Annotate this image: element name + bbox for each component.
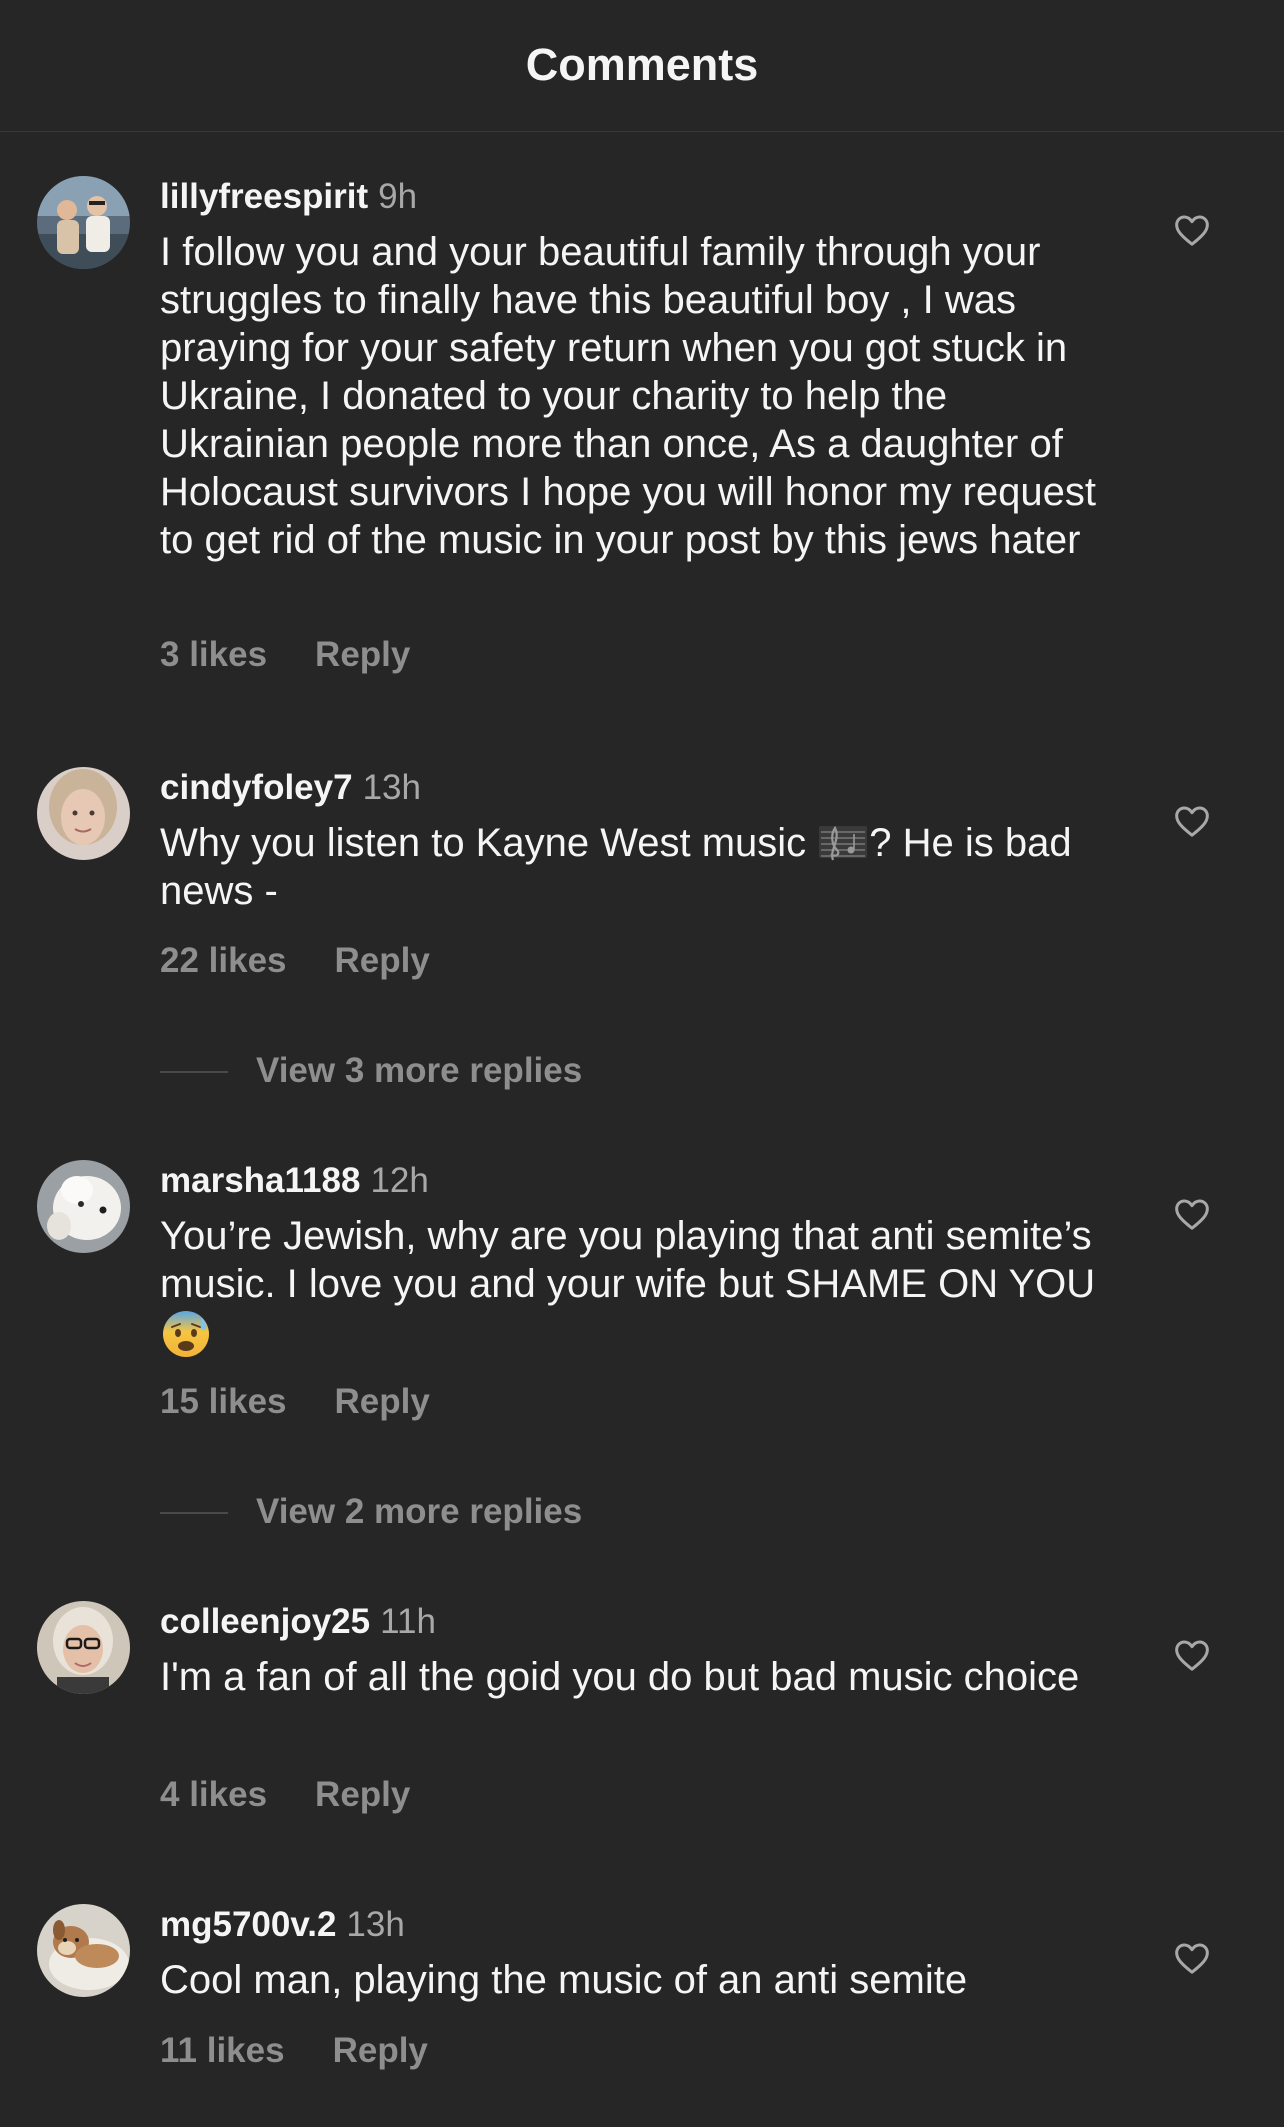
- username[interactable]: mg5700v.2: [160, 1905, 336, 1944]
- likes-count[interactable]: 11 likes: [160, 2031, 285, 2070]
- comment-meta: mg5700v.2 13h: [160, 1904, 405, 1946]
- timestamp: 13h: [362, 768, 421, 807]
- timestamp: 11h: [380, 1602, 436, 1641]
- reply-button[interactable]: Reply: [335, 941, 430, 980]
- comment-actions: 3 likes Reply: [160, 634, 410, 676]
- timestamp: 12h: [370, 1161, 429, 1200]
- username[interactable]: cindyfoley7: [160, 768, 353, 807]
- divider: [160, 1071, 228, 1073]
- avatar[interactable]: [37, 1904, 130, 1997]
- comment-text-part: You’re Jewish, why are you playing that …: [160, 1214, 1096, 1306]
- divider: [160, 1512, 228, 1514]
- reply-button[interactable]: Reply: [315, 1775, 410, 1814]
- page-title: Comments: [525, 39, 759, 90]
- avatar[interactable]: [37, 767, 130, 860]
- username[interactable]: colleenjoy25: [160, 1602, 370, 1641]
- heart-icon[interactable]: [1172, 1194, 1212, 1234]
- comment-actions: 15 likes Reply: [160, 1381, 430, 1423]
- likes-count[interactable]: 3 likes: [160, 635, 267, 674]
- avatar[interactable]: [37, 176, 130, 269]
- comment-meta: cindyfoley7 13h: [160, 767, 421, 809]
- heart-icon[interactable]: [1172, 1938, 1212, 1978]
- comment-text: You’re Jewish, why are you playing that …: [160, 1212, 1120, 1361]
- comment-actions: 11 likes Reply: [160, 2030, 428, 2072]
- comment-text: Cool man, playing the music of an anti s…: [160, 1958, 968, 2002]
- timestamp: 9h: [378, 177, 418, 216]
- heart-icon[interactable]: [1172, 1635, 1212, 1675]
- comment-actions: 22 likes Reply: [160, 940, 430, 982]
- comment-text-part: Why you listen to Kayne West music: [160, 821, 818, 865]
- view-more-replies-label[interactable]: View 2 more replies: [256, 1491, 582, 1533]
- comment-actions: 4 likes Reply: [160, 1774, 410, 1816]
- comment-text: I'm a fan of all the goid you do but bad…: [160, 1655, 1080, 1699]
- musical-score-emoji: [819, 825, 868, 861]
- likes-count[interactable]: 22 likes: [160, 941, 287, 980]
- heart-icon[interactable]: [1172, 210, 1212, 250]
- view-more-replies-label[interactable]: View 3 more replies: [256, 1050, 582, 1092]
- reply-button[interactable]: Reply: [335, 1382, 430, 1421]
- comment-meta: colleenjoy25 11h: [160, 1601, 436, 1643]
- username[interactable]: marsha1188: [160, 1161, 360, 1200]
- avatar[interactable]: [37, 1601, 130, 1694]
- comment-text: Why you listen to Kayne West music ? He …: [160, 819, 1120, 915]
- avatar[interactable]: [37, 1160, 130, 1253]
- comment-meta: marsha1188 12h: [160, 1160, 429, 1202]
- likes-count[interactable]: 4 likes: [160, 1775, 267, 1814]
- likes-count[interactable]: 15 likes: [160, 1382, 287, 1421]
- reply-button[interactable]: Reply: [315, 635, 410, 674]
- reply-button[interactable]: Reply: [333, 2031, 428, 2070]
- heart-icon[interactable]: [1172, 801, 1212, 841]
- timestamp: 13h: [346, 1905, 405, 1944]
- comment-text: I follow you and your beautiful family t…: [160, 230, 1096, 562]
- comments-header: Comments: [0, 0, 1284, 132]
- username[interactable]: lillyfreespirit: [160, 177, 368, 216]
- anxious-face-with-sweat-emoji: [163, 1311, 209, 1357]
- comment-meta: lillyfreespirit 9h: [160, 176, 417, 218]
